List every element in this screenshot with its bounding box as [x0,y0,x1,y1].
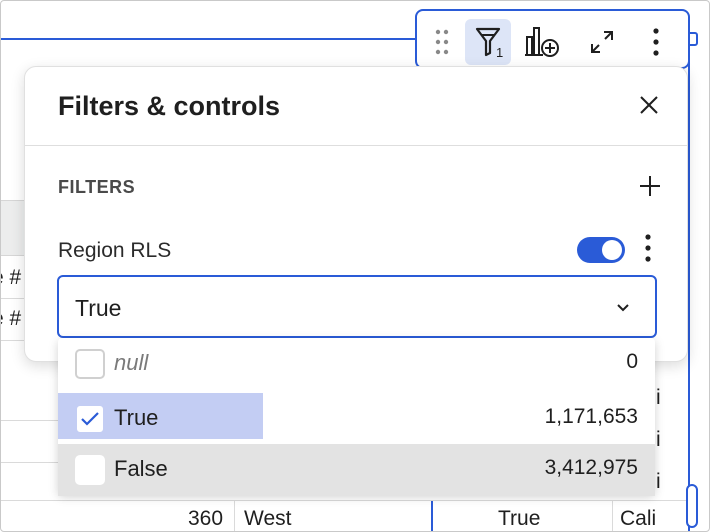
filter-name: Region RLS [58,239,172,262]
column-divider-selected [431,501,433,532]
filter-value-dropdown: null 0 True 1,171,653 False 3,412,975 [58,338,655,496]
more-options-button[interactable] [633,19,679,65]
partial-cell-text: i [656,470,661,493]
filter-button[interactable]: 1 [465,19,511,65]
option-checkbox[interactable] [75,404,105,434]
dropdown-option-false[interactable]: False 3,412,975 [58,444,655,496]
option-label: null [114,350,149,375]
add-filter-button[interactable] [637,175,663,201]
more-vertical-icon [652,27,660,57]
add-chart-button[interactable] [519,19,565,65]
toggle-knob [602,240,622,260]
option-checkbox[interactable] [75,455,105,485]
more-vertical-icon [644,233,652,268]
truncated-column-header: e # [0,307,22,330]
table-row-divider [0,462,60,463]
resize-handle[interactable] [686,484,698,528]
table-row-divider [0,420,60,421]
table-cell-partial: Cali [620,507,657,530]
table-row: 360 West True Cali [0,500,690,532]
section-label-filters: FILTERS [58,177,136,197]
option-checkbox[interactable] [75,349,105,379]
table-cell-number: 360 [188,507,224,530]
filter-more-button[interactable] [639,233,657,267]
option-count: 0 [626,350,638,373]
drag-handle-icon[interactable] [419,19,465,65]
column-divider [612,501,613,532]
dropdown-option-true[interactable]: True 1,171,653 [58,393,655,445]
option-count: 3,412,975 [544,456,638,479]
filter-enabled-toggle[interactable] [577,237,625,263]
truncated-column-header: e # [0,266,22,289]
divider [25,145,687,146]
option-label: True [114,405,159,430]
table-cell-flag: True [498,507,541,530]
column-divider [234,501,235,532]
close-icon [639,95,659,120]
partial-cell-text: i [656,386,661,409]
option-label: False [114,456,168,481]
expand-icon [588,28,616,56]
chevron-down-icon [615,301,631,313]
partial-cell-text: i [656,428,661,451]
dropdown-option-null[interactable]: null 0 [58,338,655,390]
filters-panel: Filters & controls FILTERS Region RLS Tr… [24,66,688,362]
filter-value-select[interactable]: True [57,275,657,338]
table-cell-region: West [244,507,292,530]
close-button[interactable] [635,93,663,121]
select-value: True [75,295,122,321]
element-toolbar: 1 [415,9,690,69]
add-chart-icon [523,25,561,59]
option-count: 1,171,653 [544,405,638,428]
expand-button[interactable] [579,19,625,65]
partial-column-strip: i i i [656,340,690,500]
plus-icon [639,175,661,202]
filter-count-badge: 1 [496,45,504,60]
panel-title: Filters & controls [58,91,281,121]
